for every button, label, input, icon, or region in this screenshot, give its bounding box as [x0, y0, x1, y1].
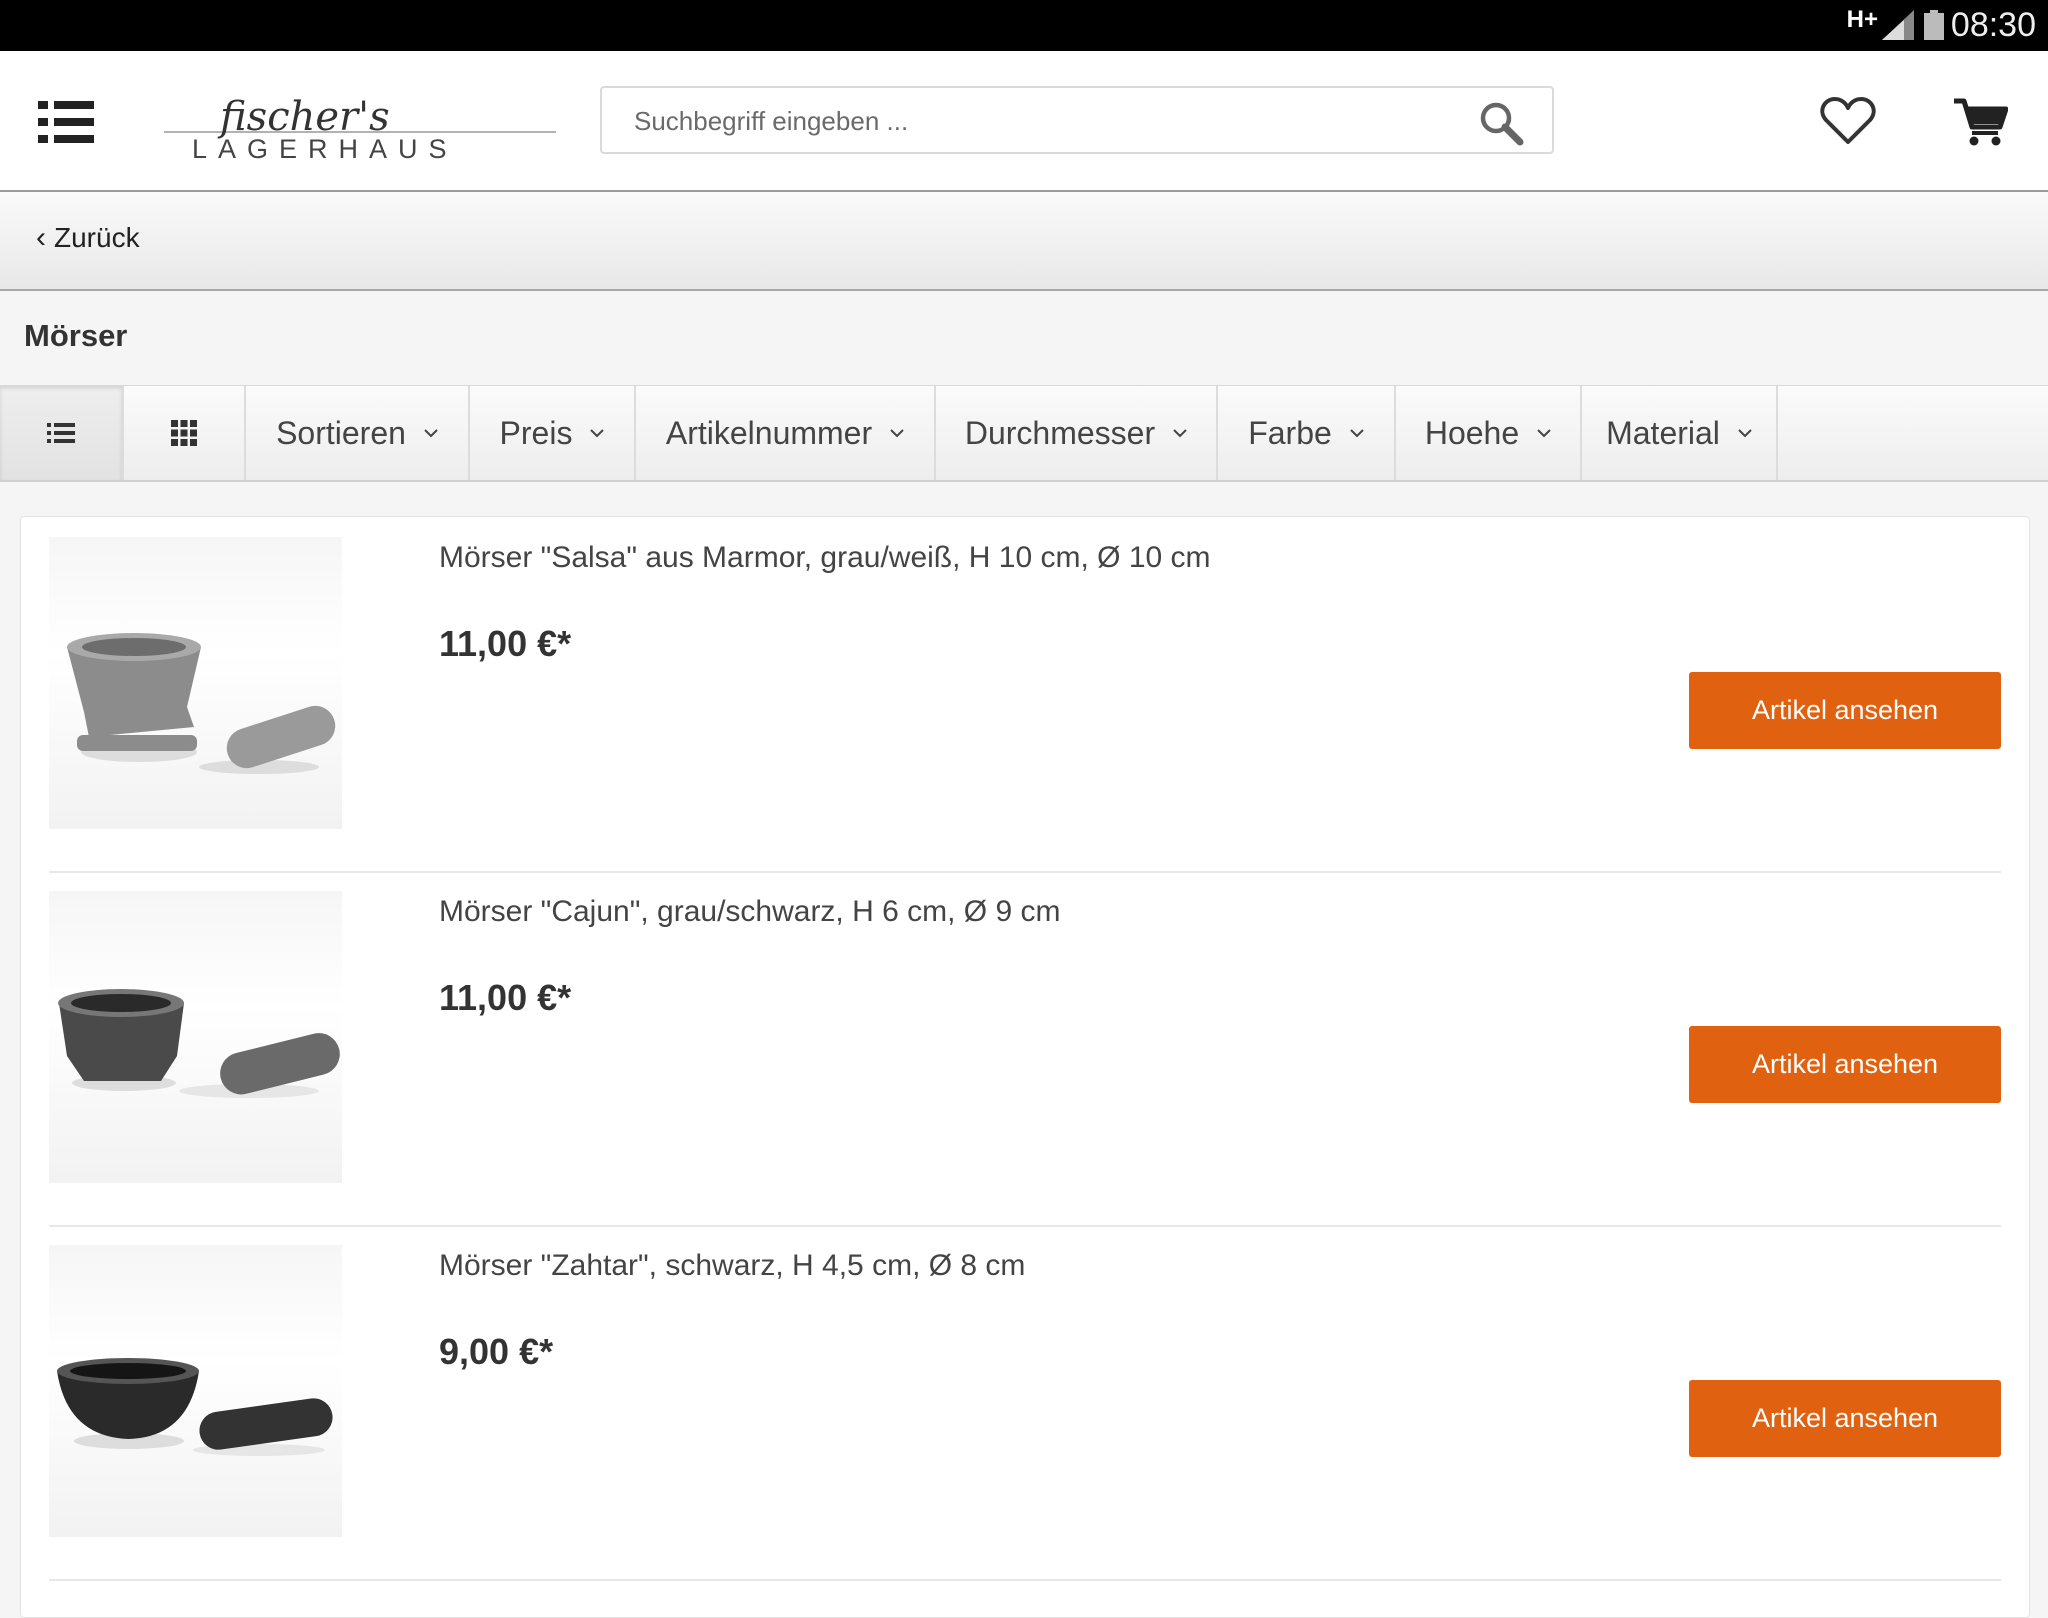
- chevron-down-icon: [1350, 429, 1364, 438]
- material-filter[interactable]: Material: [1582, 386, 1778, 480]
- price-filter[interactable]: Preis: [470, 386, 636, 480]
- logo[interactable]: fischer's LAGERHAUS: [160, 86, 560, 162]
- grid-view-button[interactable]: [124, 386, 246, 480]
- article-number-filter[interactable]: Artikelnummer: [636, 386, 936, 480]
- filter-bar: Sortieren Preis Artikelnummer Durchmesse…: [0, 385, 2048, 482]
- chevron-down-icon: [890, 429, 904, 438]
- back-button[interactable]: ‹ Zurück: [36, 222, 140, 254]
- filter-label: Farbe: [1248, 414, 1332, 451]
- chevron-down-icon: [424, 429, 438, 438]
- diameter-filter[interactable]: Durchmesser: [936, 386, 1218, 480]
- product-item: Mörser "Zahtar", schwarz, H 4,5 cm, Ø 8 …: [49, 1225, 2001, 1581]
- product-price: 11,00 €*: [439, 623, 572, 664]
- product-image[interactable]: [49, 1245, 342, 1537]
- product-title[interactable]: Mörser "Cajun", grau/schwarz, H 6 cm, Ø …: [439, 895, 1060, 929]
- product-title[interactable]: Mörser "Zahtar", schwarz, H 4,5 cm, Ø 8 …: [439, 1249, 1025, 1283]
- back-label: Zurück: [54, 222, 140, 253]
- product-item: Mörser "Cajun", grau/schwarz, H 6 cm, Ø …: [49, 871, 2001, 1227]
- height-filter[interactable]: Hoehe: [1396, 386, 1582, 480]
- list-view-icon: [47, 423, 75, 443]
- filter-label: Material: [1606, 414, 1720, 451]
- page-title: Mörser: [24, 318, 128, 353]
- search-box: [600, 86, 1554, 154]
- filter-label: Durchmesser: [964, 414, 1156, 451]
- status-bar: H+ 08:30: [0, 0, 2048, 51]
- chevron-down-icon: [590, 429, 605, 438]
- product-price: 9,00 €*: [439, 1331, 554, 1372]
- filter-label: Artikelnummer: [665, 414, 873, 451]
- site-header: fischer's LAGERHAUS: [0, 51, 2048, 192]
- chevron-left-icon: ‹: [36, 221, 46, 254]
- back-bar: ‹ Zurück: [0, 192, 2048, 291]
- filter-label: Hoehe: [1424, 414, 1520, 451]
- filter-label: Sortieren: [276, 414, 406, 451]
- search-icon[interactable]: [1478, 100, 1524, 146]
- cart-icon[interactable]: [1952, 97, 2008, 147]
- product-image[interactable]: [49, 537, 342, 829]
- chevron-down-icon: [1738, 429, 1752, 438]
- product-list: Mörser "Salsa" aus Marmor, grau/weiß, H …: [20, 516, 2030, 1618]
- product-image[interactable]: [49, 891, 342, 1183]
- view-article-button[interactable]: Artikel ansehen: [1689, 672, 2001, 749]
- heart-icon[interactable]: [1820, 96, 1876, 146]
- svg-text:LAGERHAUS: LAGERHAUS: [192, 134, 458, 162]
- search-input[interactable]: [632, 88, 1456, 154]
- grid-view-icon: [171, 420, 197, 446]
- view-article-button[interactable]: Artikel ansehen: [1689, 1380, 2001, 1457]
- clock: 08:30: [1950, 6, 2036, 44]
- chevron-down-icon: [1173, 429, 1187, 438]
- menu-icon[interactable]: [38, 99, 94, 145]
- battery-icon: [1924, 10, 1944, 40]
- list-view-button[interactable]: [0, 386, 124, 480]
- view-article-button[interactable]: Artikel ansehen: [1689, 1026, 2001, 1103]
- network-indicator: H+: [1846, 6, 1878, 33]
- chevron-down-icon: [1537, 429, 1551, 438]
- color-filter[interactable]: Farbe: [1218, 386, 1396, 480]
- product-price: 11,00 €*: [439, 977, 572, 1018]
- product-title[interactable]: Mörser "Salsa" aus Marmor, grau/weiß, H …: [439, 541, 1211, 575]
- filter-label: Preis: [499, 414, 573, 451]
- signal-icon: [1882, 10, 1914, 40]
- sort-dropdown[interactable]: Sortieren: [246, 386, 470, 480]
- product-item: Mörser "Salsa" aus Marmor, grau/weiß, H …: [49, 517, 2001, 873]
